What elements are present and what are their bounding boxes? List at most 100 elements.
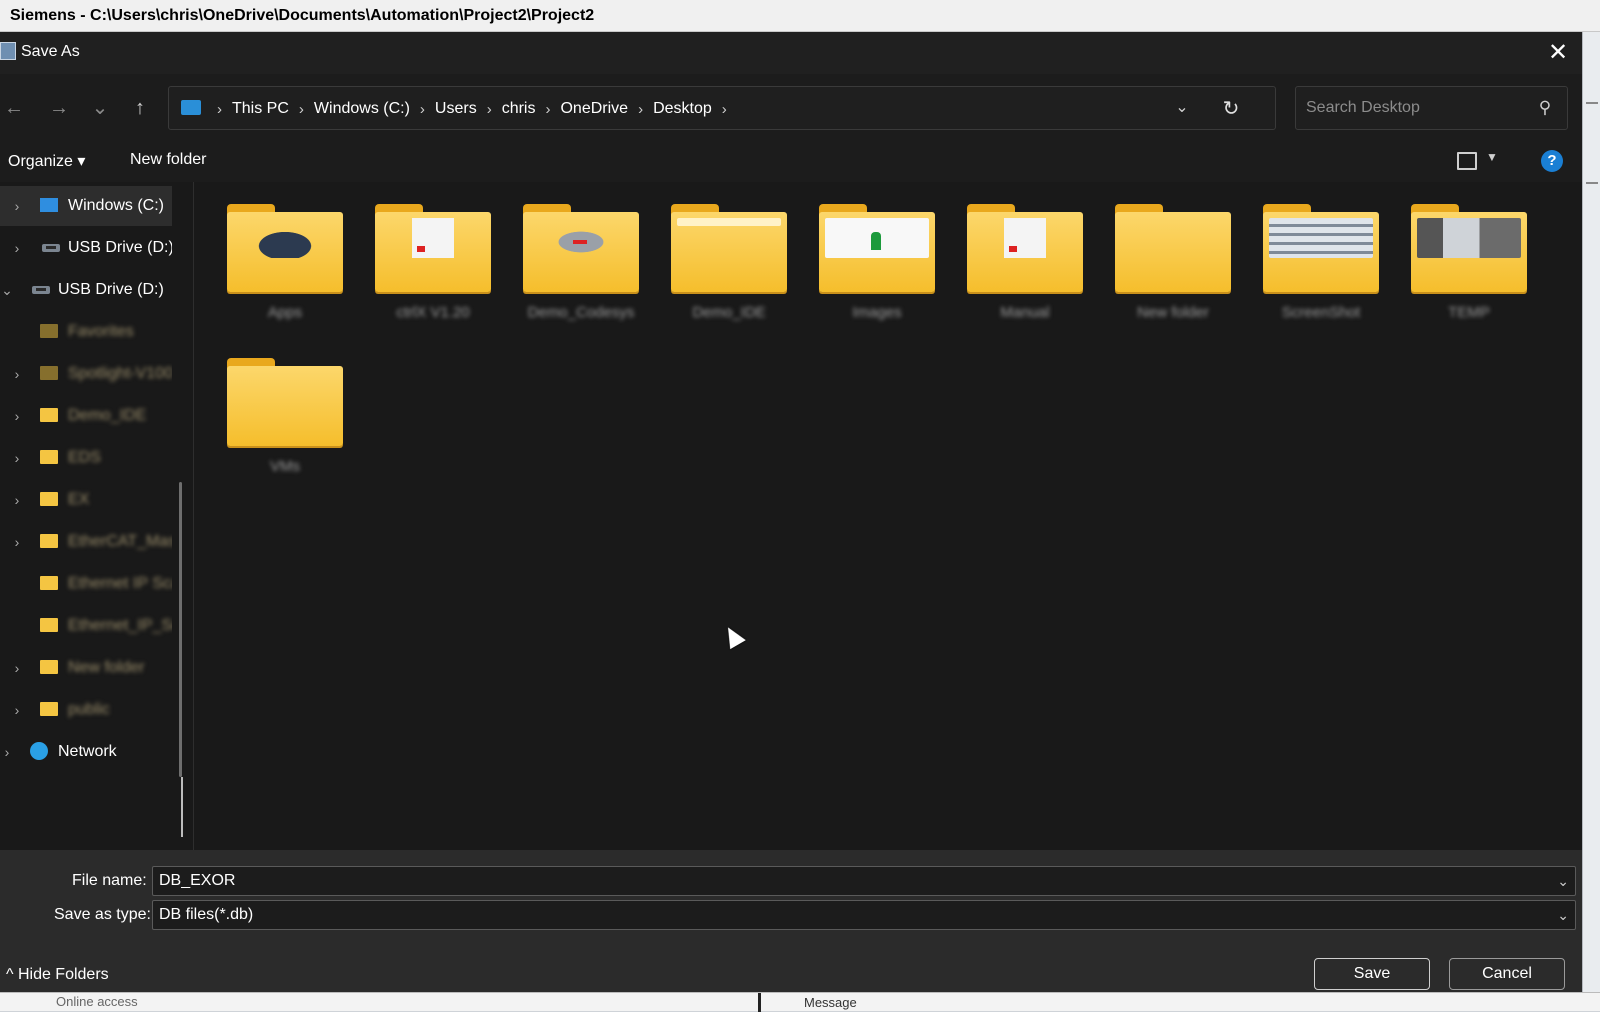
folder-name: ScreenShot [1281,304,1361,321]
file-name-value[interactable]: DB_EXOR [159,872,235,889]
address-bar[interactable]: › This PC › Windows (C:) › Users › chris… [168,86,1276,130]
chevron-right-icon[interactable]: › [10,438,24,478]
sidebar-item-folder[interactable]: › EtherCAT_Mas [0,522,172,562]
chevron-right-icon[interactable]: › [10,648,24,688]
splitter [758,993,761,1012]
folder-item[interactable]: Manual [943,182,1083,332]
file-list[interactable]: Apps ctrlX V1.20 Demo_Codesys Demo_IDE I… [195,182,1582,850]
close-button[interactable]: ✕ [1540,38,1576,68]
save-button[interactable]: Save [1314,958,1430,990]
crumb-windows-c[interactable]: Windows (C:) [314,100,410,118]
sidebar-item-label: EX [68,491,90,508]
chevron-down-icon[interactable]: ⌄ [1557,867,1569,895]
chevron-right-icon[interactable]: › [10,354,24,394]
folder-name: Manual [1000,304,1050,321]
crumb-separator[interactable]: › [545,101,550,118]
crumb-desktop[interactable]: Desktop [653,100,712,118]
this-pc-icon [181,100,201,115]
folder-icon [227,358,343,446]
sidebar-item-folder[interactable]: Ethernet IP Sca [0,564,172,604]
chevron-right-icon[interactable]: › [10,480,24,520]
crumb-separator[interactable]: › [299,101,304,118]
crumb-separator[interactable]: › [420,101,425,118]
sidebar-item-label: EtherCAT_Mas [68,533,172,550]
cancel-button[interactable]: Cancel [1449,958,1565,990]
chevron-right-icon[interactable]: › [10,690,24,730]
online-access-label: Online access [56,994,138,1009]
folder-icon [671,204,787,292]
address-history-dropdown-icon[interactable]: ⌄ [1169,95,1195,121]
recent-locations-button[interactable]: ⌄ [86,94,114,122]
chevron-right-icon[interactable]: › [0,732,14,772]
new-folder-button[interactable]: New folder [130,151,206,169]
folder-item[interactable]: New folder [1091,182,1231,332]
sidebar-item-windows-c[interactable]: › Windows (C:) [0,186,172,226]
save-as-type-value[interactable]: DB files(*.db) [159,906,253,923]
chevron-right-icon[interactable]: › [10,522,24,562]
refresh-icon[interactable]: ↻ [1217,95,1245,123]
message-column-header: Message [804,995,857,1010]
crumb-separator[interactable]: › [722,101,727,118]
pane-splitter[interactable] [193,182,194,850]
folder-name: Demo_IDE [692,304,766,321]
sidebar-item-folder[interactable]: › New folder [0,648,172,688]
crumb-separator[interactable]: › [638,101,643,118]
sidebar-item-usb-drive-d[interactable]: › USB Drive (D:) [0,228,172,268]
search-icon[interactable]: ⚲ [1534,97,1556,119]
sidebar-item-folder[interactable]: › Spotlight-V100 [0,354,172,394]
sidebar-item-usb-drive-d-expanded[interactable]: ⌄ USB Drive (D:) [0,270,172,310]
scroll-mark [1586,102,1598,104]
background-app-right-panel [1582,32,1600,1011]
folder-name: VMs [270,458,300,475]
chevron-right-icon[interactable]: › [10,396,24,436]
folder-item[interactable]: TEMP [1387,182,1527,332]
chevron-right-icon[interactable]: › [10,186,24,226]
sidebar-item-folder[interactable]: › EDS [0,438,172,478]
organize-button[interactable]: Organize ▾ [8,151,85,171]
forward-button[interactable]: → [45,94,73,122]
back-button[interactable]: ← [0,94,28,122]
sidebar-item-label: USB Drive (D:) [68,239,172,256]
crumb-chris[interactable]: chris [502,100,536,118]
folder-item[interactable]: Demo_IDE [647,182,787,332]
sidebar-item-label: public [68,701,110,718]
crumb-this-pc[interactable]: This PC [232,100,289,118]
view-mode-icon[interactable] [1457,152,1477,170]
file-name-field[interactable]: DB_EXOR ⌄ [152,866,1576,896]
crumb-users[interactable]: Users [435,100,477,118]
folder-item[interactable]: ScreenShot [1239,182,1379,332]
chevron-down-icon[interactable]: ⌄ [1557,901,1569,929]
sidebar-item-network[interactable]: › Network [0,732,172,772]
save-as-type-select[interactable]: DB files(*.db) ⌄ [152,900,1576,930]
crumb-separator[interactable]: › [487,101,492,118]
navigation-scrollbar-thumb[interactable] [181,777,183,837]
crumb-onedrive[interactable]: OneDrive [560,100,628,118]
sidebar-item-folder[interactable]: Favorites [0,312,172,352]
folder-item[interactable]: Demo_Codesys [499,182,639,332]
search-input[interactable] [1306,87,1526,129]
help-icon[interactable]: ? [1541,150,1563,172]
sidebar-item-folder[interactable]: › EX [0,480,172,520]
view-options-dropdown-icon[interactable]: ▼ [1486,150,1498,164]
folder-name: New folder [1137,304,1209,321]
sidebar-item-folder[interactable]: › Demo_IDE [0,396,172,436]
sidebar-item-folder[interactable]: › public [0,690,172,730]
command-bar: Organize ▾ New folder ▼ ? [0,140,1582,182]
hide-folders-button[interactable]: ^ Hide Folders [6,966,109,984]
chevron-down-icon[interactable]: ⌄ [0,270,14,310]
sidebar-item-folder[interactable]: Ethernet_IP_Sc [0,606,172,646]
network-icon [30,742,48,760]
folder-name: Images [852,304,902,321]
navigation-scrollbar-track[interactable] [179,482,182,777]
search-box[interactable]: ⚲ [1295,86,1568,130]
folder-icon [40,618,58,632]
sidebar-item-label: Favorites [68,323,134,340]
chevron-right-icon[interactable]: › [10,228,24,268]
folder-item[interactable]: Apps [203,182,343,332]
folder-item[interactable]: ctrlX V1.20 [351,182,491,332]
folder-item[interactable]: VMs [203,336,343,486]
save-as-dialog: Save As ✕ ← → ⌄ ↑ › This PC › Windows (C… [0,32,1582,992]
folder-name: ctrlX V1.20 [396,304,470,321]
up-button[interactable]: ↑ [126,94,154,122]
folder-item[interactable]: Images [795,182,935,332]
